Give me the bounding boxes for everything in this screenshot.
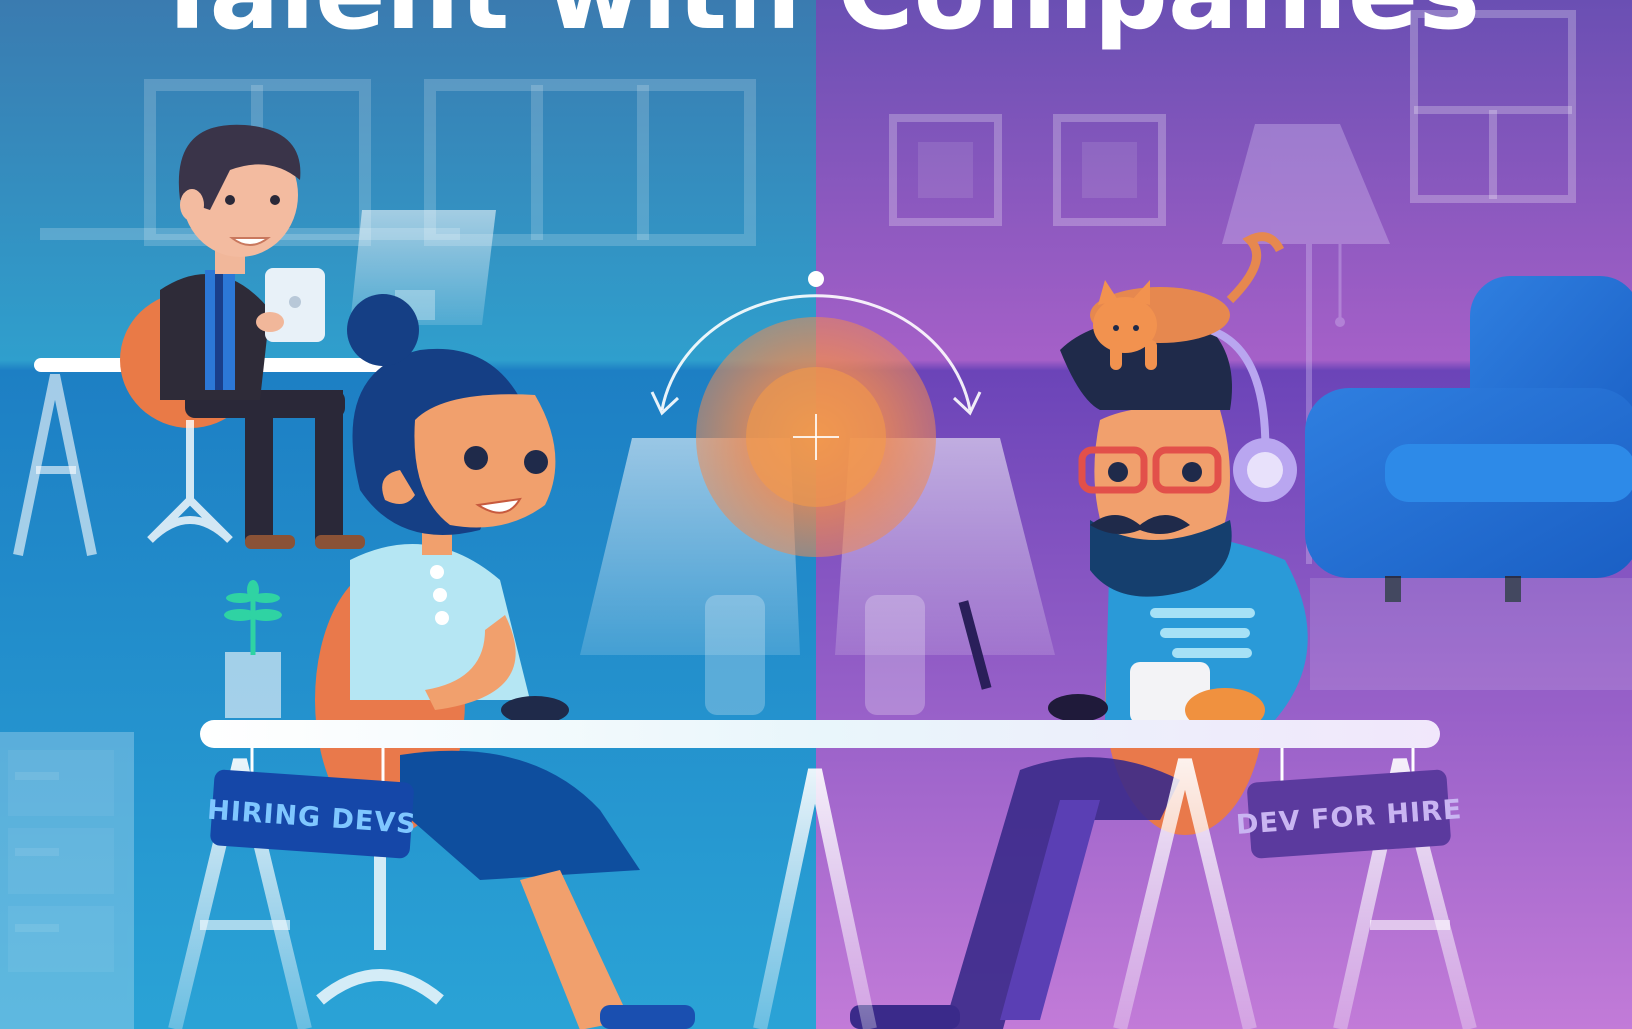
filing-cabinet bbox=[0, 732, 134, 1029]
headline-text: Talent with Companies bbox=[152, 0, 1480, 53]
illustration-scene: Talent with Companies bbox=[0, 0, 1632, 1029]
